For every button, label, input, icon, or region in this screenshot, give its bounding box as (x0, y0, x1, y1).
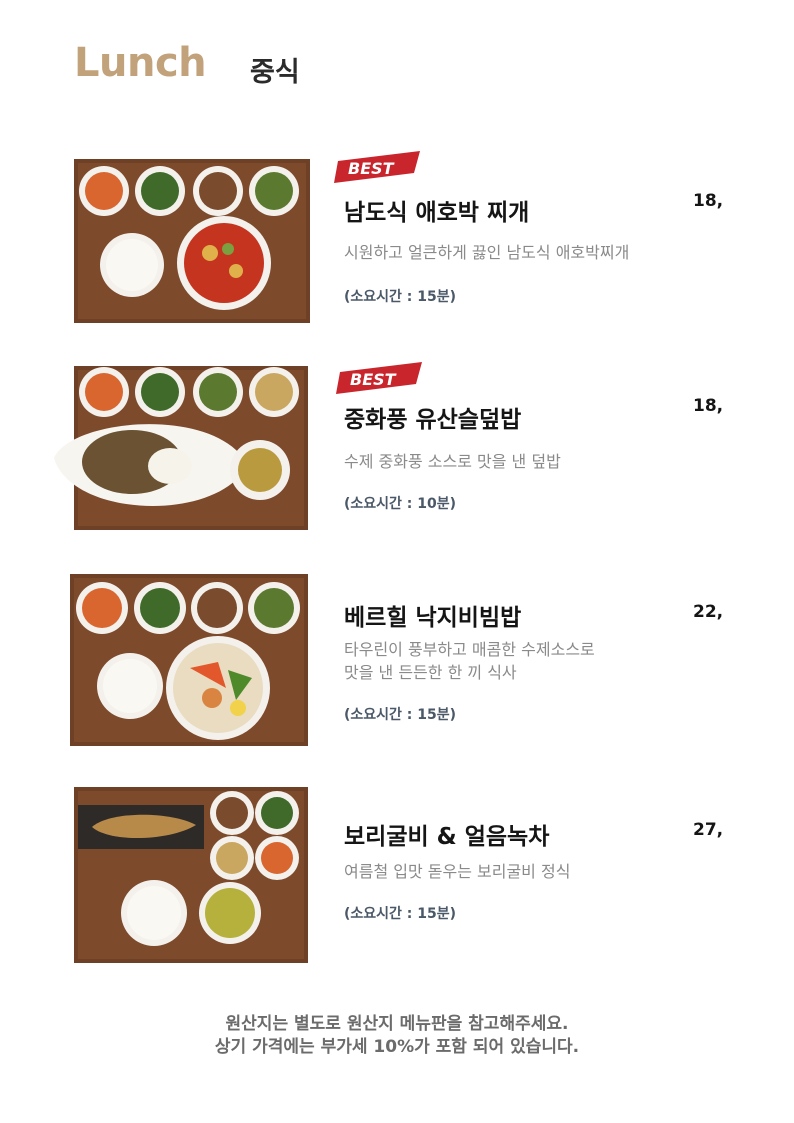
menu-item-price: 18, (693, 191, 724, 211)
menu-item-description: 여름철 입맛 돋우는 보리굴비 정식 (344, 862, 571, 881)
menu-item-time: (소요시간 : 15분) (344, 707, 457, 723)
menu-item-price: 22, (693, 602, 724, 622)
best-badge-2: BEST (336, 362, 422, 394)
menu-item-1: BEST 남도식 애호박 찌개 18, 시원하고 얼큰하게 끓인 남도식 애호박… (0, 151, 794, 345)
menu-item-description: 타우린이 풍부하고 매콤한 수제소스로 맛을 낸 든든한 한 끼 식사 (344, 640, 595, 682)
menu-item-3: 베르힐 낙지비빔밥 22, 타우린이 풍부하고 매콤한 수제소스로 맛을 낸 든… (0, 570, 794, 760)
menu-item-2: BEST 중화풍 유산슬덮밥 18, 수제 중화풍 소스로 맛을 낸 덮밥 (소… (0, 362, 794, 552)
best-badge-1: BEST (334, 151, 420, 183)
menu-item-name: 베르힐 낙지비빔밥 (344, 605, 522, 631)
menu-item-time: (소요시간 : 15분) (344, 289, 457, 305)
menu-item-price: 18, (693, 396, 724, 416)
lunch-heading-korean: 중식 (250, 57, 300, 88)
dish-photo-4 (0, 785, 340, 975)
dish-photo-2 (0, 362, 340, 552)
menu-item-name: 중화풍 유산슬덮밥 (344, 407, 522, 433)
menu-item-description: 수제 중화풍 소스로 맛을 낸 덮밥 (344, 452, 561, 471)
footer-origin-note: 원산지는 별도로 원산지 메뉴판을 참고해주세요. (225, 1014, 569, 1034)
menu-item-time: (소요시간 : 15분) (344, 906, 457, 922)
dish-photo-3 (0, 570, 340, 760)
menu-item-price: 27, (693, 820, 724, 840)
footer-vat-note: 상기 가격에는 부가세 10%가 포함 되어 있습니다. (214, 1037, 580, 1057)
svg-text:BEST: BEST (350, 370, 397, 389)
dish-photo-1 (0, 155, 340, 345)
menu-item-name: 남도식 애호박 찌개 (344, 200, 530, 226)
menu-item-4: 보리굴비 & 얼음녹차 27, 여름철 입맛 돋우는 보리굴비 정식 (소요시간… (0, 785, 794, 975)
footer-notice: 원산지는 별도로 원산지 메뉴판을 참고해주세요. 상기 가격에는 부가세 10… (0, 1013, 794, 1059)
lunch-heading: Lunch (74, 40, 207, 86)
menu-item-description: 시원하고 얼큰하게 끓인 남도식 애호박찌개 (344, 243, 630, 262)
menu-item-time: (소요시간 : 10분) (344, 496, 457, 512)
svg-text:BEST: BEST (348, 159, 395, 178)
menu-item-name: 보리굴비 & 얼음녹차 (344, 824, 550, 850)
